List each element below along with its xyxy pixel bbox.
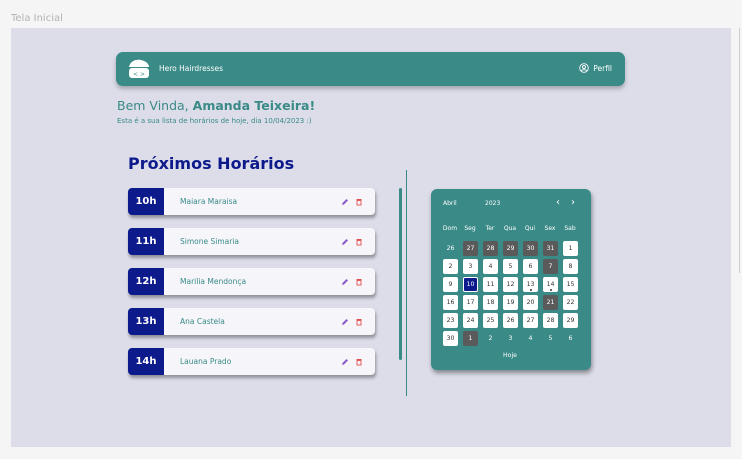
calendar-day[interactable]: 31: [543, 241, 558, 256]
calendar-day[interactable]: 29: [503, 241, 518, 256]
edit-icon[interactable]: [339, 276, 351, 288]
profile-label: Perfil: [593, 63, 612, 73]
edit-icon[interactable]: [339, 316, 351, 328]
appointment-card[interactable]: 12h Marilia Mendonça: [128, 268, 375, 295]
user-name: Amanda Teixeira!: [192, 98, 316, 113]
appointment-card[interactable]: 13h Ana Castela: [128, 308, 375, 335]
chevron-left-icon[interactable]: ‹: [553, 197, 563, 209]
calendar-day[interactable]: 30: [443, 331, 458, 346]
calendar-day[interactable]: 8: [563, 259, 578, 274]
calendar-day[interactable]: 6: [523, 259, 538, 274]
welcome-subtitle: Esta é a sua lista de horários de hoje, …: [117, 117, 312, 125]
appointment-hour: 13h: [128, 308, 164, 335]
calendar-day[interactable]: 26: [443, 241, 458, 256]
calendar-day[interactable]: 20: [523, 295, 538, 310]
section-divider: [406, 170, 407, 396]
appointment-hour: 12h: [128, 268, 164, 295]
calendar-day[interactable]: 7: [543, 259, 558, 274]
calendar-day[interactable]: 5: [543, 331, 558, 346]
calendar-day[interactable]: 24: [463, 313, 478, 328]
frame-label: Tela Inicial: [11, 13, 63, 24]
appointment-card[interactable]: 11h Simone Simaria: [128, 228, 375, 255]
schedule-scrollbar[interactable]: [399, 188, 402, 360]
calendar-day[interactable]: 3: [503, 331, 518, 346]
edit-icon[interactable]: [339, 196, 351, 208]
calendar-day[interactable]: 2: [443, 259, 458, 274]
calendar-day[interactable]: 2: [483, 331, 498, 346]
brand-name: Hero Hairdresses: [159, 64, 224, 73]
calendar-day-cell: 14: [543, 277, 558, 292]
appointment-card[interactable]: 10h Maiara Maraisa: [128, 188, 375, 215]
weekday-label: Dom: [442, 225, 458, 232]
calendar-day[interactable]: 1: [463, 331, 478, 346]
calendar-day[interactable]: 5: [503, 259, 518, 274]
edit-icon[interactable]: [339, 356, 351, 368]
calendar-day[interactable]: 18: [483, 295, 498, 310]
edit-icon[interactable]: [339, 236, 351, 248]
calendar-day[interactable]: 30: [523, 241, 538, 256]
appointment-client: Marilia Mendonça: [180, 277, 247, 286]
calendar-day[interactable]: 15: [563, 277, 578, 292]
user-icon: [579, 63, 589, 73]
event-dot: [549, 289, 552, 291]
calendar-day[interactable]: 4: [523, 331, 538, 346]
calendar-day[interactable]: 21: [543, 295, 558, 310]
calendar-month: Abril: [443, 200, 457, 207]
appointment-hour: 11h: [128, 228, 164, 255]
calendar-day-cell: 13: [523, 277, 538, 292]
appointment-client: Simone Simaria: [180, 237, 240, 246]
profile-button[interactable]: Perfil: [579, 63, 612, 73]
weekday-label: Qui: [524, 225, 536, 232]
calendar-day[interactable]: 1: [563, 241, 578, 256]
weekday-label: Ter: [485, 225, 495, 232]
svg-text:< >: < >: [133, 71, 145, 78]
delete-icon[interactable]: [353, 356, 365, 368]
appointment-hour: 10h: [128, 188, 164, 215]
chevron-right-icon[interactable]: ›: [568, 197, 578, 209]
calendar-day[interactable]: 22: [563, 295, 578, 310]
calendar-day[interactable]: 26: [503, 313, 518, 328]
calendar-day[interactable]: 19: [503, 295, 518, 310]
today-button[interactable]: Hoje: [503, 352, 517, 359]
calendar-day[interactable]: 16: [443, 295, 458, 310]
appointment-client: Lauana Prado: [180, 357, 232, 366]
calendar-day[interactable]: 28: [543, 313, 558, 328]
calendar-widget: Abril 2023 ‹ › Dom Seg Ter Qua Qui Sex S…: [431, 189, 591, 370]
calendar-day[interactable]: 4: [483, 259, 498, 274]
top-navbar: < > Hero Hairdresses Perfil: [116, 52, 625, 86]
delete-icon[interactable]: [353, 316, 365, 328]
calendar-day[interactable]: 29: [563, 313, 578, 328]
weekday-label: Sab: [564, 225, 576, 232]
delete-icon[interactable]: [353, 236, 365, 248]
calendar-day[interactable]: 25: [483, 313, 498, 328]
calendar-day[interactable]: 17: [463, 295, 478, 310]
calendar-day[interactable]: 23: [443, 313, 458, 328]
appointment-client: Maiara Maraisa: [180, 197, 238, 206]
window-scrollbar[interactable]: [739, 28, 740, 273]
calendar-day-today[interactable]: 10: [463, 277, 478, 292]
greeting-text: Bem Vinda,: [117, 98, 189, 113]
event-dot: [529, 289, 532, 291]
calendar-day[interactable]: 6: [563, 331, 578, 346]
calendar-day[interactable]: 9: [443, 277, 458, 292]
schedule-title: Próximos Horários: [128, 154, 295, 173]
calendar-day[interactable]: 3: [463, 259, 478, 274]
calendar-day[interactable]: 27: [463, 241, 478, 256]
calendar-year: 2023: [485, 200, 501, 207]
appointment-client: Ana Castela: [180, 317, 225, 326]
delete-icon[interactable]: [353, 196, 365, 208]
calendar-day[interactable]: 27: [523, 313, 538, 328]
weekday-label: Sex: [544, 225, 556, 232]
calendar-day[interactable]: 12: [503, 277, 518, 292]
weekday-label: Qua: [503, 225, 517, 232]
welcome-heading: Bem Vinda, Amanda Teixeira!: [117, 98, 315, 113]
hairdresser-logo-icon: < >: [129, 59, 149, 78]
appointment-hour: 14h: [128, 348, 164, 375]
appointment-card[interactable]: 14h Lauana Prado: [128, 348, 375, 375]
delete-icon[interactable]: [353, 276, 365, 288]
weekday-label: Seg: [464, 225, 476, 232]
calendar-day[interactable]: 11: [483, 277, 498, 292]
calendar-day[interactable]: 28: [483, 241, 498, 256]
